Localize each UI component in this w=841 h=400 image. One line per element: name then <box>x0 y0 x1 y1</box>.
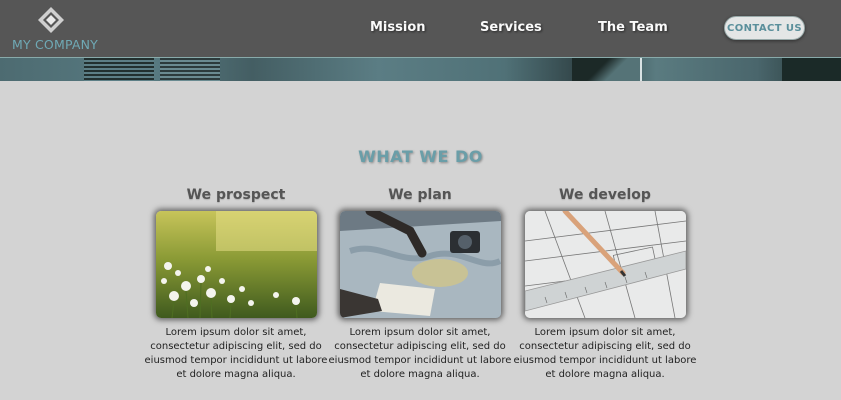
banner-dark-panel <box>782 58 841 81</box>
map-planning-image <box>340 211 501 318</box>
card-heading: We develop <box>559 187 651 203</box>
card-description: Lorem ipsum dolor sit amet, consectetur … <box>513 327 697 380</box>
nav-link-mission[interactable]: Mission <box>370 20 426 35</box>
card-heading: We prospect <box>186 187 286 203</box>
service-card-prospect: We prospect Lorem ipsum dolor sit amet, … <box>143 187 329 397</box>
map-planning-illustration <box>340 211 501 318</box>
contact-button[interactable]: CONTACT US <box>724 16 805 40</box>
main-nav: Mission Services The Team <box>0 18 841 40</box>
banner-divider <box>640 58 642 81</box>
site-header: MY COMPANY Mission Services The Team CON… <box>0 0 841 57</box>
blueprint-drawing-image <box>525 211 686 318</box>
card-description: Lorem ipsum dolor sit amet, consectetur … <box>144 327 328 380</box>
nav-link-services[interactable]: Services <box>480 20 542 35</box>
banner-stripes <box>160 58 220 81</box>
service-card-plan: We plan Lorem ipsum dolor sit amet, cons… <box>327 187 513 397</box>
banner-stripes <box>84 58 154 81</box>
dandelion-field-illustration <box>156 211 317 318</box>
service-card-develop: We develop Lorem ipsum dolor sit amet, c… <box>512 187 698 397</box>
card-description: Lorem ipsum dolor sit amet, consectetur … <box>328 327 512 380</box>
section-title: WHAT WE DO <box>358 147 483 166</box>
nav-link-team[interactable]: The Team <box>598 20 668 35</box>
header-banner-image <box>0 57 841 81</box>
banner-shadow <box>572 58 642 81</box>
dandelion-field-image <box>156 211 317 318</box>
card-heading: We plan <box>388 187 452 203</box>
blueprint-drawing-illustration <box>525 211 686 318</box>
